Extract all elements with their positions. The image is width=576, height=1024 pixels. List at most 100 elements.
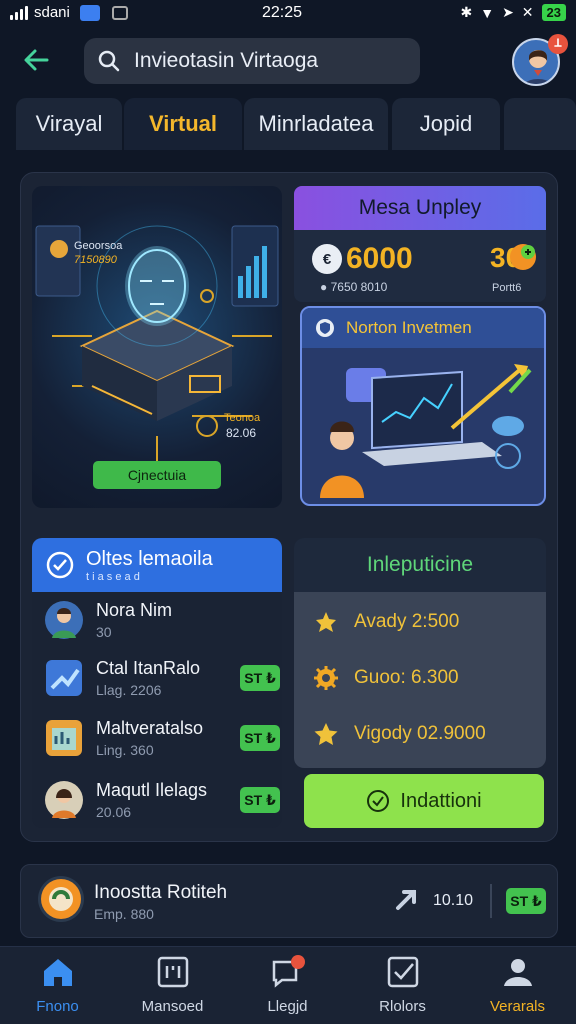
person-avatar-icon: [45, 781, 83, 819]
list-item-meta: Ling. 360: [96, 742, 154, 758]
stat-row[interactable]: Guoo: 6.300: [312, 658, 542, 698]
hero-stat-value: 7150890: [74, 254, 117, 266]
growth-icon: [510, 244, 536, 270]
balance-sub: ● 7650 8010: [320, 280, 388, 294]
balance-amount: 6000: [346, 242, 413, 275]
trend-arrow-icon: [396, 890, 416, 910]
nav-label: Verarals: [489, 998, 546, 1015]
activity-title: Inoostta Rotiteh: [94, 882, 228, 903]
list-item[interactable]: Ctal ItanRalo Llag. 2206 ST ₺: [44, 652, 280, 704]
nav-mansoed[interactable]: Mansoed: [115, 954, 230, 1020]
ai-hero-card[interactable]: Geoorsoa 7150890 Teonoa 82.06: [32, 186, 282, 508]
list-item-name: Maqutl Ilelags: [96, 780, 208, 800]
stat-label: Avady 2:500: [354, 611, 460, 632]
document-chart-icon: [46, 720, 82, 756]
tab-jopid[interactable]: Jopid: [392, 98, 500, 150]
mute-icon: ✕: [521, 4, 534, 20]
bluetooth-icon: ✱: [460, 4, 473, 20]
nav-rlolors[interactable]: Rlolors: [345, 954, 460, 1020]
gallery-icon: [111, 5, 128, 20]
back-arrow-icon[interactable]: [16, 40, 56, 80]
stat-label: Vigody 02.9000: [354, 723, 486, 744]
status-badge[interactable]: ST ₺: [240, 725, 280, 751]
contacts-list-card: Oltes lemaoila t i a s e a d Nora Nim 30…: [32, 538, 282, 828]
ai-chip-illustration: [35, 225, 279, 486]
nav-home[interactable]: Fnono: [0, 954, 115, 1020]
stats-title: Inleputicine: [294, 538, 546, 592]
list-title: Oltes lemaoila: [86, 547, 213, 570]
activity-value: 10.10: [433, 892, 474, 909]
primary-action-button[interactable]: Indattioni: [304, 774, 544, 828]
currency-icon: €: [312, 244, 342, 274]
carrier-name: sdani: [34, 4, 70, 21]
status-badge[interactable]: ST ₺: [240, 665, 280, 691]
chart-check-icon: [46, 660, 82, 696]
checklist-icon: [387, 956, 418, 988]
person-avatar-icon: [45, 601, 83, 639]
tab-virtual[interactable]: Virtual: [124, 98, 242, 150]
balance-title: Mesa Unpley: [294, 186, 546, 230]
wifi-icon: ▼: [480, 4, 495, 21]
nav-label: Mansoed: [141, 998, 204, 1015]
app-icon: [79, 4, 100, 21]
notification-badge[interactable]: [548, 34, 568, 54]
status-bar: sdani 22:25 ✱ ▼ ➤ ✕ 23: [0, 0, 576, 28]
connect-button[interactable]: Cjnectuia: [93, 461, 221, 489]
hero-side-value: 82.06: [226, 426, 257, 440]
nav-label: Llegjd: [267, 998, 308, 1015]
investment-header: Norton Invetmen: [302, 308, 544, 348]
list-item[interactable]: Nora Nim 30: [44, 594, 280, 646]
globe-icon: [367, 790, 390, 812]
location-icon: ➤: [502, 4, 514, 20]
nav-label: Fnono: [36, 998, 79, 1015]
list-item[interactable]: Maqutl Ilelags 20.06 ST ₺: [44, 774, 280, 826]
tab-minrladatea[interactable]: Minrladatea: [244, 98, 388, 150]
gear-badge-icon: [314, 666, 338, 690]
status-badge[interactable]: ST ₺: [506, 888, 546, 914]
home-icon: [43, 959, 72, 986]
tab-virayal[interactable]: Virayal: [16, 98, 122, 150]
ledger-icon: [157, 956, 188, 988]
stats-card: Inleputicine Avady 2:500 Guoo: 6.300 Vig…: [294, 538, 546, 768]
hero-side-label: Teonoa: [224, 412, 261, 424]
list-item[interactable]: Maltveratalso Ling. 360 ST ₺: [44, 712, 280, 764]
nav-verarals[interactable]: Verarals: [460, 954, 575, 1020]
list-header[interactable]: Oltes lemaoila t i a s e a d: [32, 538, 282, 592]
stat-label: Guoo: 6.300: [354, 667, 459, 688]
nav-label: Rlolors: [379, 998, 426, 1015]
clock: 22:25: [262, 4, 303, 21]
status-icons: ✱ ▼ ➤ ✕ 23: [460, 4, 566, 21]
list-item-meta: 30: [96, 624, 112, 640]
chat-icon: [272, 955, 305, 988]
signal-icon: [10, 5, 28, 20]
check-circle-icon: [46, 551, 74, 579]
star-cluster-icon: [316, 612, 336, 632]
tab-more[interactable]: [504, 98, 576, 150]
list-item-name: Nora Nim: [96, 600, 173, 620]
shield-icon: [316, 319, 334, 337]
star-icon: [314, 723, 338, 745]
status-badge[interactable]: ST ₺: [240, 787, 280, 813]
search-input[interactable]: [134, 49, 404, 73]
portfolio-icon: [38, 876, 84, 922]
investment-title: Norton Invetmen: [346, 318, 472, 337]
list-subtitle: t i a s e a d: [86, 570, 140, 583]
primary-action-label: Indattioni: [400, 789, 482, 812]
investment-card[interactable]: Norton Invetmen: [300, 306, 546, 506]
profile-icon: [503, 959, 532, 986]
hero-stat-label: Geoorsoa: [74, 240, 123, 252]
divider: [490, 884, 492, 918]
balance-card[interactable]: Mesa Unpley € 6000 30 ● 7650 8010 Portt6: [294, 186, 546, 302]
tab-bar: Virayal Virtual Minrladatea Jopid: [0, 98, 576, 150]
stat-row[interactable]: Avady 2:500: [312, 602, 542, 642]
stat-row[interactable]: Vigody 02.9000: [312, 714, 542, 754]
search-bar[interactable]: [84, 38, 420, 84]
coin-icon: [50, 240, 68, 258]
nav-llegjd[interactable]: Llegjd: [230, 954, 345, 1020]
balance-side-label: Portt6: [492, 282, 522, 294]
laptop-investor-illustration: [320, 364, 532, 498]
list-item-meta: 20.06: [96, 804, 132, 820]
carrier-info: sdani: [10, 4, 128, 21]
activity-meta: Emp. 880: [94, 906, 154, 922]
battery-icon: 23: [541, 4, 566, 21]
